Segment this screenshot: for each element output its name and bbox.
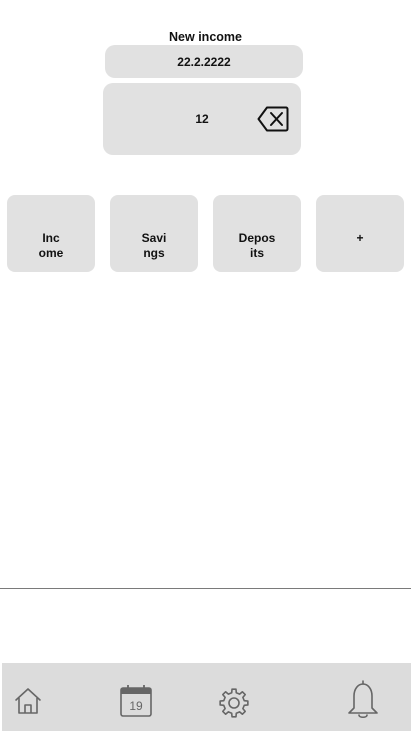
add-category-button[interactable]: + [316, 195, 404, 272]
category-savings-button[interactable]: Savi ngs [110, 195, 198, 272]
category-label: Savi ngs [141, 231, 167, 260]
add-label: + [356, 231, 364, 245]
settings-icon[interactable] [216, 685, 252, 721]
page-title: New income [169, 30, 242, 44]
category-income-button[interactable]: Inc ome [7, 195, 95, 272]
calendar-icon[interactable]: 19 [119, 684, 153, 718]
amount-field[interactable]: 12 [103, 83, 301, 155]
bottom-navbar: 19 [2, 663, 411, 731]
divider [0, 588, 411, 589]
date-value: 22.2.2222 [177, 54, 231, 69]
home-icon[interactable] [12, 685, 44, 717]
backspace-icon[interactable] [257, 106, 289, 132]
calendar-day: 19 [129, 699, 143, 713]
date-field[interactable]: 22.2.2222 [105, 45, 303, 78]
gear-outline [219, 688, 249, 718]
category-label: Depos its [238, 231, 276, 260]
category-label: Inc ome [38, 231, 64, 260]
category-deposits-button[interactable]: Depos its [213, 195, 301, 272]
bell-icon[interactable] [344, 678, 382, 720]
